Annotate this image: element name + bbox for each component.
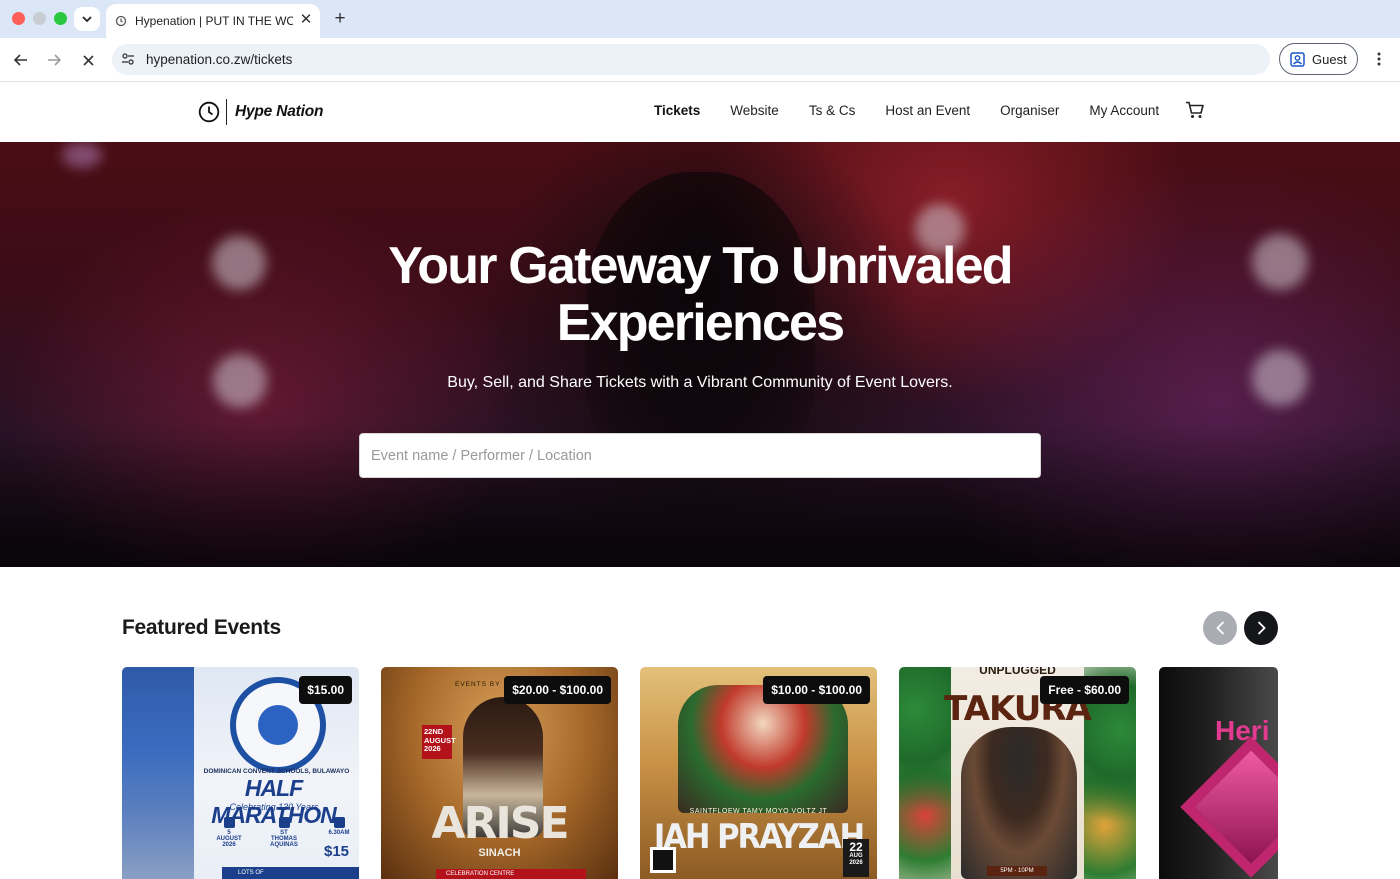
site-settings-icon[interactable] (121, 52, 135, 66)
event-card[interactable]: Heri (1159, 667, 1278, 879)
carousel-next-button[interactable] (1244, 611, 1278, 645)
poster-date: 5 AUGUST 2026 (214, 817, 244, 857)
browser-tab[interactable]: Hypenation | PUT IN THE WORK ✕ (106, 4, 320, 38)
arrow-left-icon (14, 54, 27, 66)
nav-terms[interactable]: Ts & Cs (809, 103, 856, 118)
address-bar[interactable]: hypenation.co.zw/tickets (112, 44, 1270, 75)
poster-time: 5PM - 10PM (987, 866, 1047, 876)
stop-loading-button[interactable] (76, 48, 100, 72)
qr-code-icon (650, 847, 676, 873)
poster-date-text: 5 AUGUST 2026 (216, 830, 242, 848)
event-poster-image (961, 727, 1077, 879)
profile-button[interactable]: Guest (1279, 43, 1358, 75)
chevron-down-icon (82, 15, 92, 22)
main-nav: Tickets Website Ts & Cs Host an Event Or… (654, 103, 1189, 118)
browser-toolbar: hypenation.co.zw/tickets Guest (0, 38, 1400, 82)
hero-subtitle: Buy, Sell, and Share Tickets with a Vibr… (447, 374, 953, 391)
tab-search-button[interactable] (74, 7, 100, 31)
event-poster-image (122, 667, 194, 879)
chevron-left-icon (1215, 621, 1224, 635)
event-card[interactable]: DOMINICAN CONVENT SCHOOLS, BULAWAYO HALF… (122, 667, 359, 879)
poster-venue-text: ST THOMAS AQUINAS (270, 830, 298, 848)
url-host: hypenation.co.zw (146, 52, 251, 67)
close-window-button[interactable] (12, 12, 25, 25)
browser-menu-button[interactable] (1369, 49, 1389, 69)
price-badge: $20.00 - $100.00 (504, 676, 611, 704)
more-vertical-icon (1377, 52, 1381, 66)
hero-title-line1: Your Gateway To Unrivaled (388, 237, 1013, 295)
poster-artist: SINACH (478, 847, 521, 859)
cart-icon[interactable] (1185, 101, 1205, 119)
hero-title-line2: Experiences (556, 294, 845, 352)
event-card[interactable]: UNPLUGGED TAKURA 5PM - 10PM Free - $60.0… (899, 667, 1136, 879)
poster-artists: SAINTFLOEW TAMY MOYO VOLTZ JT (689, 808, 828, 815)
poster-tagline: Celebrating 130 Years (229, 802, 319, 812)
poster-date: 22 AUG 2026 (843, 839, 869, 877)
gem-logo-icon (1180, 736, 1278, 878)
featured-events-title: Featured Events (122, 616, 281, 639)
poster-date-day: 22 (849, 840, 863, 854)
logo-divider (226, 99, 227, 125)
site-header: Hype Nation Tickets Website Ts & Cs Host… (0, 82, 1400, 142)
poster-date-month: AUG 2026 (849, 853, 863, 866)
calendar-icon (223, 817, 235, 828)
stage-light (213, 354, 267, 408)
poster-title: Heri (1215, 715, 1270, 746)
carousel-prev-button[interactable] (1203, 611, 1237, 645)
logo-text: Hype Nation (235, 103, 324, 120)
nav-organiser[interactable]: Organiser (1000, 103, 1059, 118)
minimize-window-button[interactable] (33, 12, 46, 25)
browser-tab-bar: Hypenation | PUT IN THE WORK ✕ + (0, 0, 1400, 38)
poster-date: 22ND AUGUST 2026 (422, 725, 456, 759)
hero-title: Your Gateway To Unrivaled Experiences (300, 238, 1100, 352)
event-poster-image (678, 685, 848, 813)
poster-venue: CELEBRATION CENTRE (436, 869, 586, 879)
nav-my-account[interactable]: My Account (1089, 103, 1159, 118)
maximize-window-button[interactable] (54, 12, 67, 25)
poster-footer: LOTS OF (222, 867, 359, 879)
event-search-input[interactable] (359, 433, 1041, 478)
close-tab-icon[interactable]: ✕ (298, 12, 314, 28)
poster-events-by: EVENTS BY (455, 681, 501, 688)
profile-icon (1290, 51, 1305, 67)
favicon-icon (115, 15, 127, 27)
poster-venue: ST THOMAS AQUINAS (269, 817, 299, 857)
clock-icon (333, 817, 345, 828)
hero-banner: Your Gateway To Unrivaled Experiences Bu… (0, 142, 1400, 567)
stage-light (1252, 234, 1308, 290)
featured-events-carousel: DOMINICAN CONVENT SCHOOLS, BULAWAYO HALF… (122, 667, 1278, 879)
arrow-right-icon (48, 54, 61, 66)
poster-cost: $15 (324, 843, 350, 860)
profile-label: Guest (1312, 51, 1347, 67)
new-tab-button[interactable]: + (330, 9, 350, 29)
price-badge: $10.00 - $100.00 (763, 676, 870, 704)
poster-time-text: 6.30AM (328, 830, 350, 836)
stage-light (1252, 350, 1308, 406)
url-path: /tickets (250, 52, 293, 67)
back-button[interactable] (9, 48, 33, 72)
poster-school: DOMINICAN CONVENT SCHOOLS, BULAWAYO (203, 768, 350, 775)
forward-button[interactable] (42, 48, 66, 72)
nav-tickets[interactable]: Tickets (654, 103, 700, 118)
tab-title: Hypenation | PUT IN THE WORK (135, 14, 293, 28)
site-logo[interactable]: Hype Nation (198, 99, 323, 125)
stage-light (212, 236, 266, 290)
url-text: hypenation.co.zw/tickets (146, 52, 292, 67)
close-icon (82, 54, 94, 66)
poster-title: ARISE (431, 798, 569, 849)
stage-light (62, 142, 102, 168)
chevron-right-icon (1257, 621, 1266, 635)
location-icon (278, 817, 290, 828)
price-badge: Free - $60.00 (1040, 676, 1129, 704)
price-badge: $15.00 (299, 676, 352, 704)
event-card[interactable]: EVENTS BY 22ND AUGUST 2026 ARISE SINACH … (381, 667, 618, 879)
clock-logo-icon (198, 101, 220, 123)
event-card[interactable]: SAINTFLOEW TAMY MOYO VOLTZ JT JAH PRAYZA… (640, 667, 877, 879)
nav-website[interactable]: Website (730, 103, 779, 118)
nav-host-event[interactable]: Host an Event (885, 103, 970, 118)
